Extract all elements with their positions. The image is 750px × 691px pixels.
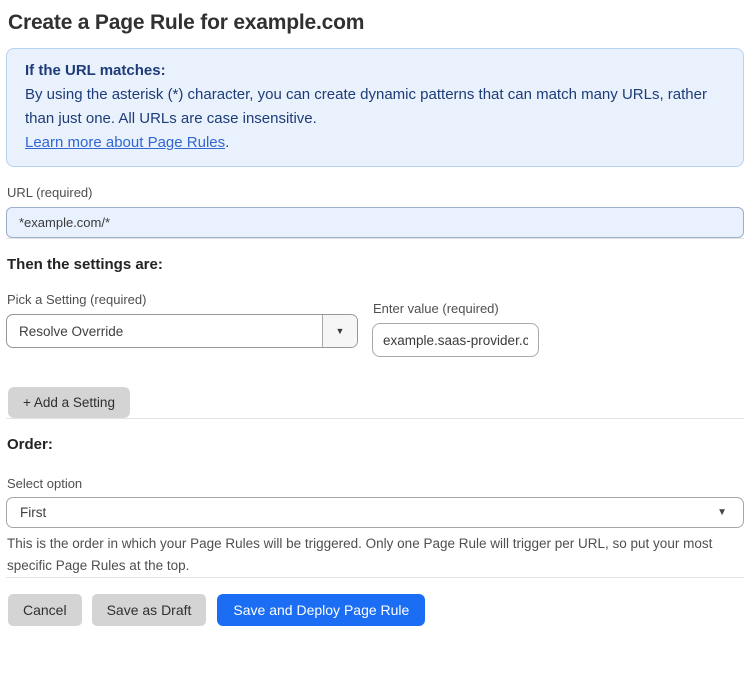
chevron-down-icon: ▼: [335, 325, 345, 336]
url-label: URL (required): [7, 185, 93, 200]
page-title: Create a Page Rule for example.com: [8, 11, 365, 34]
pick-setting-label: Pick a Setting (required): [7, 292, 147, 307]
cancel-button[interactable]: Cancel: [8, 594, 82, 626]
url-input[interactable]: [6, 207, 744, 238]
setting-value-input[interactable]: [372, 323, 539, 357]
order-select-value: First: [20, 505, 47, 520]
setting-select[interactable]: Resolve Override ▼: [6, 314, 358, 348]
info-box-link-line: Learn more about Page Rules.: [25, 131, 725, 155]
pick-setting-column: Pick a Setting (required) Resolve Overri…: [6, 292, 358, 357]
link-suffix-text: .: [225, 134, 230, 151]
enter-value-column: Enter value (required): [372, 301, 539, 357]
order-help-text: This is the order in which your Page Rul…: [7, 536, 713, 573]
enter-value-label: Enter value (required): [373, 301, 499, 316]
chevron-down-icon: ▼: [717, 506, 727, 518]
section-divider: [6, 238, 744, 239]
setting-select-arrow-button[interactable]: ▼: [322, 315, 357, 347]
info-box-body: By using the asterisk (*) character, you…: [25, 86, 707, 127]
save-and-deploy-button[interactable]: Save and Deploy Page Rule: [217, 594, 426, 626]
create-page-rule-panel: Create a Page Rule for example.com If th…: [0, 0, 750, 626]
save-as-draft-button[interactable]: Save as Draft: [91, 594, 207, 626]
section-divider: [6, 418, 744, 419]
order-section-heading: Order:: [7, 436, 53, 453]
section-divider: [6, 577, 744, 578]
settings-section-heading: Then the settings are:: [7, 256, 163, 273]
select-option-label: Select option: [7, 476, 83, 491]
footer-actions: Cancel Save as Draft Save and Deploy Pag…: [8, 594, 744, 626]
setting-select-value: Resolve Override: [19, 323, 124, 339]
learn-more-link[interactable]: Learn more about Page Rules: [25, 134, 225, 151]
add-setting-button[interactable]: + Add a Setting: [8, 387, 130, 418]
url-match-info-box: If the URL matches: By using the asteris…: [6, 48, 744, 167]
settings-row: Pick a Setting (required) Resolve Overri…: [6, 292, 744, 357]
order-select[interactable]: First ▼: [6, 497, 744, 528]
info-box-heading: If the URL matches:: [25, 62, 166, 79]
